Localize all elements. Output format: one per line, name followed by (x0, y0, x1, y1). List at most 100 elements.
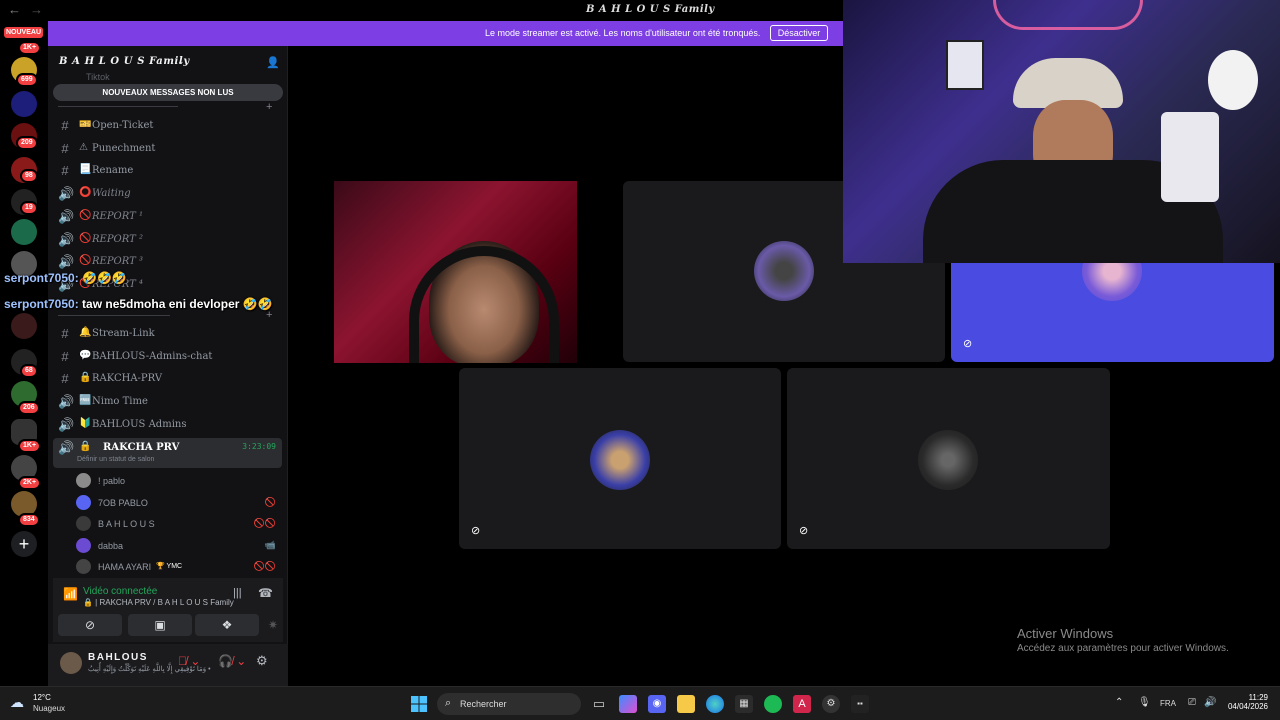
channel-emoji: 🚫 (79, 209, 92, 221)
channel-item[interactable]: # 💬 BAHLOUS-Admins-chat (58, 347, 282, 367)
channel-label: BAHLOUS-Admins-chat (92, 350, 213, 362)
back-arrow-icon[interactable]: ← (8, 2, 21, 17)
taskbar-search[interactable]: ⌕ Rechercher (437, 693, 581, 715)
channel-item[interactable]: # 📃 Rename (58, 161, 282, 181)
voice-state-icon: 🚫🚫 (253, 518, 276, 528)
camera-off-button[interactable]: ⊘ (58, 614, 122, 636)
server-icon-6[interactable] (11, 219, 37, 245)
window-title: B A H L O U S Family (586, 4, 715, 15)
weather-temp[interactable]: 12°C (33, 693, 51, 702)
voice-location[interactable]: 🔒 | RAKCHA PRV / B A H L O U S Family (83, 598, 234, 607)
gear-icon[interactable]: ⚙ (256, 653, 268, 669)
channel-emoji: 🚫 (79, 232, 92, 244)
server-badge: 699 (16, 73, 38, 87)
channel-item[interactable]: 🔊 🔰 BAHLOUS Admins (58, 415, 282, 435)
disable-streamer-mode-button[interactable]: Désactiver (770, 25, 828, 41)
banner-message: Le mode streamer est activé. Les noms d'… (485, 28, 761, 38)
microphone-icon[interactable]: 🎙 (1138, 697, 1151, 708)
clock[interactable]: 11:29 04/04/2026 (1226, 693, 1268, 711)
windows-start-icon[interactable] (411, 696, 427, 712)
participant-tile[interactable]: ⊘ (459, 368, 781, 549)
headset-deafened-icon[interactable]: 🎧̸ ⌄ (218, 654, 246, 668)
spotify-icon[interactable] (764, 695, 782, 713)
volume-icon[interactable]: 🔊 (1204, 697, 1216, 708)
weather-condition[interactable]: Nuageux (33, 704, 65, 713)
invite-people-icon[interactable]: 👤 (266, 56, 280, 69)
clock-date: 04/04/2026 (1227, 702, 1268, 711)
server-icon-8[interactable] (11, 313, 37, 339)
voice-user[interactable]: ! pablo (76, 471, 282, 491)
taskbar: ☁ 12°C Nuageux ⌕ Rechercher ▭ ◉ ▦ A ⚙ ▪▪… (0, 686, 1280, 720)
add-server-icon[interactable]: + (11, 531, 37, 557)
store-icon[interactable]: ▦ (735, 695, 753, 713)
voice-user[interactable]: dabba 📹 (76, 536, 282, 556)
copilot-icon[interactable] (619, 695, 637, 713)
unread-messages-pill[interactable]: NOUVEAUX MESSAGES NON LUS (53, 84, 283, 101)
channel-rakcha-prv-voice[interactable]: 🔊 🔒 RAKCHA PRV 3:23:09 Définir un statut… (53, 438, 282, 468)
server-badge: 206 (18, 401, 40, 415)
hash-icon: # (61, 163, 69, 179)
network-icon[interactable]: ⎚ (1188, 697, 1196, 708)
avatar (918, 430, 978, 490)
channel-status-prompt[interactable]: Définir un statut de salon (77, 456, 154, 463)
channel-label: Punechment (92, 142, 156, 154)
task-view-icon[interactable]: ▭ (590, 695, 608, 713)
language-indicator[interactable]: FRA (1160, 699, 1176, 708)
voice-user-name: ! pablo (98, 476, 126, 486)
chevron-down-icon[interactable]: ⌄ (177, 56, 185, 67)
steam-icon[interactable]: ⚙ (822, 695, 840, 713)
server-icon-chill[interactable] (11, 91, 37, 117)
search-placeholder: Rechercher (460, 699, 507, 709)
screen-share-button[interactable]: ▣ (128, 614, 192, 636)
add-channel-icon[interactable]: + (266, 101, 272, 113)
disconnect-icon[interactable]: ☎ (258, 586, 273, 600)
cloud-icon[interactable]: ☁ (10, 694, 24, 711)
channel-item[interactable]: # 🎫 Open-Ticket (58, 116, 282, 136)
voice-user[interactable]: HAMA AYARI 🏆 YMC 🚫🚫 (76, 557, 282, 577)
channel-item[interactable]: # 🔔 Stream-Link (58, 324, 282, 344)
channel-label: Nimo Time (92, 396, 148, 408)
server-badge: 834 (18, 513, 40, 527)
chat-overlay-line: serpont7050: 🤣🤣🤣 (4, 271, 127, 285)
user-tag: 🏆 YMC (156, 563, 183, 570)
app-a-icon[interactable]: A (793, 695, 811, 713)
stream-app-icon[interactable]: ▪▪ (851, 695, 869, 713)
channel-item[interactable]: 🔊 🚫 REPORT ¹ (58, 207, 282, 227)
channel-emoji: 🎫 (79, 119, 92, 130)
chevron-up-icon[interactable]: ⌃ (1115, 697, 1123, 708)
channel-item[interactable]: # ⚠ Punechment (58, 139, 282, 159)
category-divider (58, 315, 170, 316)
channel-item[interactable]: 🔊 ⭕ Waiting (58, 184, 282, 204)
server-badge: 2K+ (18, 476, 42, 490)
clock-time: 11:29 (1248, 693, 1268, 702)
neon-light (993, 0, 1143, 30)
noise-suppression-icon[interactable]: ||| (233, 587, 242, 599)
voice-user[interactable]: B A H L O U S 🚫🚫 (76, 514, 282, 534)
webcam-tile[interactable] (334, 181, 577, 363)
voice-user[interactable]: 7OB PABLO 🚫 (76, 493, 282, 513)
channel-item[interactable]: 🔊 🆓 Nimo Time (58, 392, 282, 412)
channel-label: RAKCHA-PRV (92, 373, 163, 385)
avatar[interactable] (60, 652, 82, 674)
channel-item[interactable]: 🔊 🚫 REPORT ³ (58, 252, 282, 272)
discord-icon[interactable]: ◉ (648, 695, 666, 713)
channel-item[interactable]: 🔊 🚫 REPORT ² (58, 230, 282, 250)
mic-muted-icon[interactable]: 🎙̸ ⌄ (178, 654, 200, 668)
activities-button[interactable]: ❖ (195, 614, 259, 636)
edge-icon[interactable] (706, 695, 724, 713)
channel-item[interactable]: # 🔒 RAKCHA-PRV (58, 369, 282, 389)
file-explorer-icon[interactable] (677, 695, 695, 713)
server-name[interactable]: B A H L O U S Family (59, 56, 190, 67)
server-badge: 209 (16, 136, 38, 150)
participant-tile[interactable]: ⊘ (787, 368, 1110, 549)
voice-state-icon: 🚫 (264, 496, 276, 507)
poster (946, 40, 984, 90)
soundboard-button[interactable]: ✷ (263, 614, 283, 636)
channel-emoji: 🔔 (79, 327, 92, 338)
username[interactable]: BAHLOUS (88, 652, 148, 663)
air-conditioner (1161, 112, 1219, 202)
forward-arrow-icon[interactable]: → (30, 2, 43, 17)
voice-state-icon: 🚫🚫 (253, 561, 276, 571)
signal-icon[interactable]: 📶 (63, 587, 78, 601)
channel-emoji: 🔰 (79, 417, 92, 429)
